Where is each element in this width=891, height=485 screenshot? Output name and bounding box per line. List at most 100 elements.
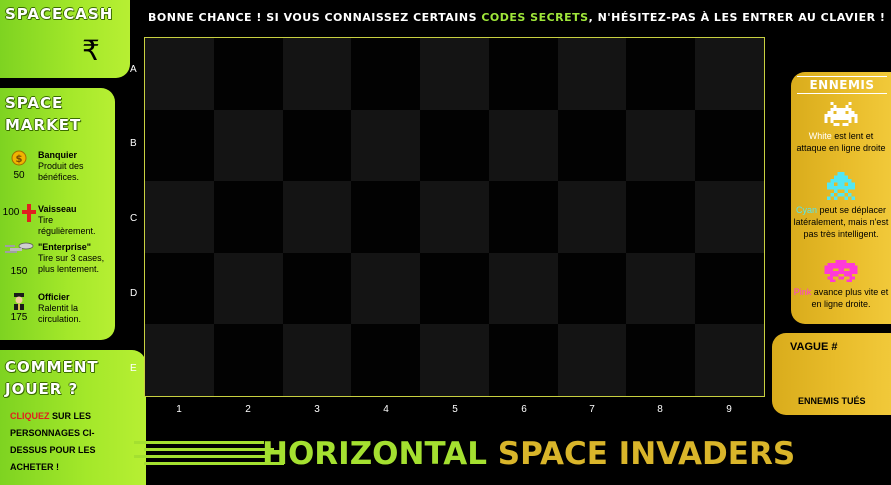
market-item-price: 150 — [10, 266, 28, 277]
board-cell-a2[interactable] — [213, 38, 283, 110]
enemy-name: Cyan — [795, 205, 817, 215]
board-cell-e8[interactable] — [626, 324, 696, 397]
row-label-e: E — [130, 363, 137, 374]
board-cell-a8[interactable] — [626, 38, 696, 110]
board-cell-d1[interactable] — [145, 252, 214, 325]
board-cell-b1[interactable] — [145, 109, 214, 182]
board-cell-e4[interactable] — [351, 324, 421, 397]
coin-icon: $ — [10, 150, 28, 168]
market-item-banquier[interactable]: $ 50 Banquier Produit des bénéfices. — [0, 150, 112, 196]
board-cell-e5[interactable] — [420, 324, 490, 397]
board-cell-b2[interactable] — [213, 109, 283, 182]
board-cell-b5[interactable] — [420, 109, 490, 182]
board-cell-d7[interactable] — [557, 252, 627, 325]
instruction-text-start: Bonne chance ! Si vous connaissez certai… — [148, 11, 482, 24]
board-cell-a1[interactable] — [145, 38, 214, 110]
spacecash-heading: SpaceCash — [5, 5, 114, 23]
board-cell-d9[interactable] — [695, 252, 765, 325]
board-cell-e3[interactable] — [282, 324, 352, 397]
pink-invader-icon — [824, 260, 858, 282]
enemy-cyan: Cyan peut se déplacer latéralement, mais… — [793, 172, 889, 240]
enemy-name: Pink — [793, 287, 812, 297]
market-item-price: 175 — [10, 312, 28, 323]
enemy-desc: avance plus vite et en ligne droite. — [811, 287, 889, 309]
market-item-enterprise[interactable]: 150 "Enterprise" Tire sur 3 cases, plus … — [0, 242, 112, 288]
board-cell-b3[interactable] — [282, 109, 352, 182]
game-board[interactable] — [144, 37, 765, 397]
how-to-play-text: Cliquez sur les personnages ci-dessus po… — [10, 408, 115, 476]
market-item-name: Vaisseau — [38, 204, 77, 214]
enemy-white: White est lent et attaque en ligne droit… — [793, 102, 889, 154]
board-cell-b4[interactable] — [351, 109, 421, 182]
board-cell-b8[interactable] — [626, 109, 696, 182]
board-cell-d4[interactable] — [351, 252, 421, 325]
board-cell-e2[interactable] — [213, 324, 283, 397]
board-cell-c1[interactable] — [145, 181, 214, 254]
board-cell-c6[interactable] — [488, 181, 558, 254]
board-cell-d6[interactable] — [488, 252, 558, 325]
col-label-5: 5 — [452, 404, 458, 415]
market-item-name: Officier — [38, 292, 70, 302]
board-cell-b6[interactable] — [488, 109, 558, 182]
row-label-c: C — [130, 213, 138, 224]
board-cell-d8[interactable] — [626, 252, 696, 325]
col-label-3: 3 — [314, 404, 320, 415]
board-cell-c7[interactable] — [557, 181, 627, 254]
row-label-d: D — [130, 288, 138, 299]
market-item-officier[interactable]: 175 Officier Ralentit la circulation. — [0, 292, 112, 338]
enemies-heading: Ennemis — [797, 76, 887, 94]
board-cell-e7[interactable] — [557, 324, 627, 397]
how-to-play-heading: Comment jouer ? — [5, 358, 99, 398]
white-invader-icon — [824, 102, 858, 126]
board-cell-e6[interactable] — [488, 324, 558, 397]
board-cell-c5[interactable] — [420, 181, 490, 254]
enemy-pink: Pink avance plus vite et en ligne droite… — [793, 260, 889, 310]
click-word: Cliquez — [10, 411, 50, 421]
market-item-desc: Produit des bénéfices. — [38, 161, 84, 182]
game-title: Horizontal Space Invaders — [262, 436, 795, 472]
game-title-part2: Space Invaders — [497, 436, 796, 472]
board-cell-c2[interactable] — [213, 181, 283, 254]
enterprise-icon — [4, 242, 34, 260]
col-label-8: 8 — [657, 404, 663, 415]
board-cell-d2[interactable] — [213, 252, 283, 325]
market-item-desc: Tire sur 3 cases, plus lentement. — [38, 253, 105, 274]
spacecash-panel: SpaceCash ₹ — [0, 0, 130, 78]
board-cell-a5[interactable] — [420, 38, 490, 110]
board-cell-e1[interactable] — [145, 324, 214, 397]
instruction-text-end: , n'hésitez-pas à les entrer au clavier … — [588, 11, 886, 24]
svg-text:$: $ — [16, 154, 23, 165]
cyan-invader-icon — [827, 172, 855, 200]
board-cell-a9[interactable] — [695, 38, 765, 110]
board-cell-a3[interactable] — [282, 38, 352, 110]
board-cell-b9[interactable] — [695, 109, 765, 182]
col-label-2: 2 — [245, 404, 251, 415]
enemies-panel: Ennemis White est lent et attaque en lig… — [791, 72, 891, 324]
game-title-part1: Horizontal — [262, 436, 487, 472]
board-cell-c4[interactable] — [351, 181, 421, 254]
board-cell-e9[interactable] — [695, 324, 765, 397]
secret-codes-highlight: codes secrets — [481, 11, 589, 24]
space-market-panel: Space Market $ 50 Banquier Produit des b… — [0, 88, 115, 340]
board-cell-a4[interactable] — [351, 38, 421, 110]
board-cell-d3[interactable] — [282, 252, 352, 325]
instruction-banner: Bonne chance ! Si vous connaissez certai… — [148, 11, 888, 24]
board-cell-d5[interactable] — [420, 252, 490, 325]
board-cell-c9[interactable] — [695, 181, 765, 254]
board-cell-c8[interactable] — [626, 181, 696, 254]
row-label-a: A — [130, 64, 137, 75]
board-cell-b7[interactable] — [557, 109, 627, 182]
board-cell-a7[interactable] — [557, 38, 627, 110]
ship-icon — [20, 204, 38, 222]
row-label-b: B — [130, 138, 137, 149]
board-cell-c3[interactable] — [282, 181, 352, 254]
board-cell-a6[interactable] — [488, 38, 558, 110]
enemy-name: White — [808, 131, 832, 141]
market-item-desc: Tire régulièrement. — [38, 215, 96, 236]
market-item-name: "Enterprise" — [38, 242, 92, 252]
market-item-desc: Ralentit la circulation. — [38, 303, 82, 324]
col-label-1: 1 — [176, 404, 182, 415]
market-item-price: 50 — [13, 170, 25, 181]
col-label-7: 7 — [589, 404, 595, 415]
market-item-price: 100 — [2, 207, 20, 218]
